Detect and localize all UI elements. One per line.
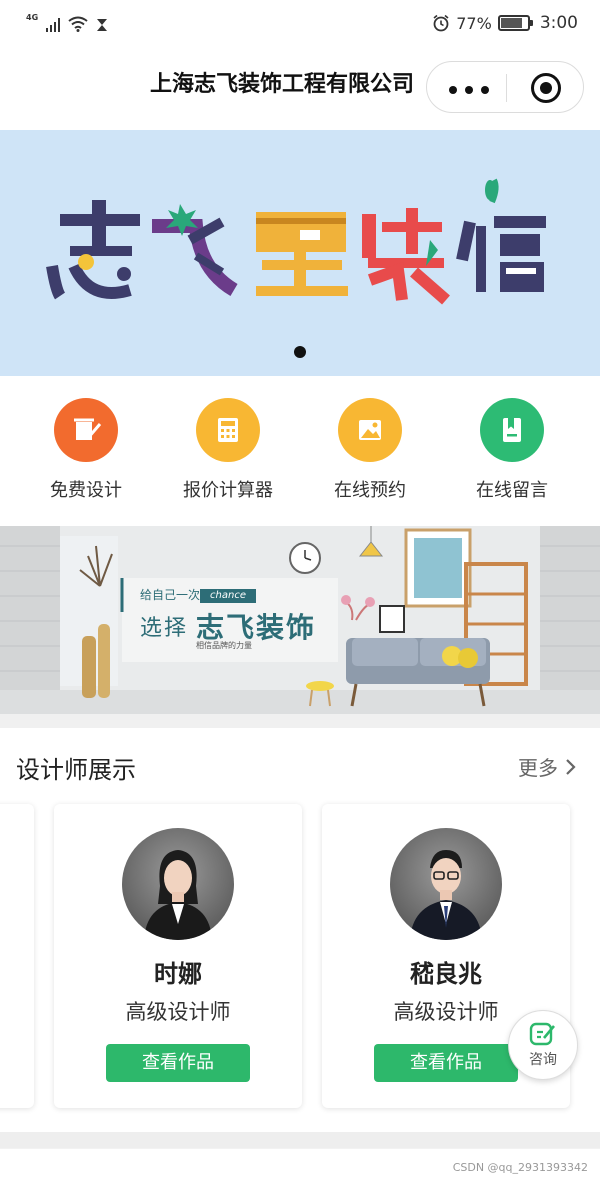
view-works-button[interactable]: 查看作品: [374, 1044, 518, 1082]
promo-tagline: 给自己一次: [140, 588, 201, 602]
logo-char-zhuang: [362, 208, 450, 305]
hourglass-icon: [97, 19, 108, 31]
bottom-divider: [0, 1132, 600, 1148]
designer-name: 时娜: [154, 960, 202, 988]
battery-level-fill: [500, 18, 523, 28]
quick-nav-label: 在线预约: [334, 480, 406, 501]
designer-name: 嵇良兆: [410, 960, 482, 988]
network-type: 4G: [26, 13, 39, 22]
more-dots-icon[interactable]: [449, 76, 491, 100]
bottom-area: CSDN @qq_2931393342: [0, 1148, 600, 1180]
section-divider: [0, 714, 600, 728]
target-close-icon[interactable]: [531, 73, 561, 103]
pen-paper-icon: [54, 398, 118, 462]
promo-banner[interactable]: 给自己一次 chance 选择 志飞装饰 相信品牌的力量: [0, 526, 600, 714]
promo-headline-prefix: 选择: [140, 616, 189, 641]
status-bar: 4G 77% 3:00: [0, 0, 600, 46]
miniprogram-capsule: [426, 61, 584, 113]
promo-subline: 相信品牌的力量: [196, 641, 252, 650]
calculator-icon: [196, 398, 260, 462]
page-title: 上海志飞装饰工程有限公司: [150, 72, 415, 97]
designer-role: 高级设计师: [125, 1000, 231, 1024]
banner-logo-artwork: [46, 178, 546, 305]
more-label: 更多: [518, 756, 558, 780]
view-works-button[interactable]: 查看作品: [106, 1044, 250, 1082]
section-title: 设计师展示: [16, 756, 136, 784]
logo-char-fei: [152, 204, 238, 297]
logo-char-zhi: [46, 200, 140, 300]
promo-tag: chance: [200, 589, 256, 603]
logo-char-zheng: [256, 212, 348, 296]
avatar: [390, 828, 502, 940]
bookmark-icon: [480, 398, 544, 462]
more-link[interactable]: 更多: [518, 752, 576, 781]
picture-icon: [338, 398, 402, 462]
quick-nav-calculator[interactable]: 报价计算器: [158, 398, 298, 502]
quick-nav: 免费设计 报价计算器 在线预约 在线留言: [0, 376, 600, 524]
quick-nav-free-design[interactable]: 免费设计: [16, 398, 156, 502]
consult-label: 咨询: [529, 1052, 557, 1068]
chevron-right-icon: [566, 758, 576, 775]
designer-card[interactable]: 时娜 高级设计师 查看作品: [54, 804, 302, 1108]
status-left: 4G: [26, 12, 108, 32]
carousel-indicator-dot[interactable]: [294, 346, 306, 358]
quick-nav-label: 免费设计: [50, 480, 122, 501]
logo-char-guan: [456, 178, 546, 292]
battery-percent: 77%: [456, 13, 492, 33]
quick-nav-label: 在线留言: [476, 480, 548, 501]
capsule-divider: [506, 74, 507, 102]
banner-carousel[interactable]: [0, 130, 600, 376]
wifi-icon: [68, 16, 88, 32]
watermark: CSDN @qq_2931393342: [452, 1161, 588, 1174]
battery-icon: [497, 15, 533, 31]
designer-card-partial[interactable]: [0, 804, 34, 1108]
title-bar: 上海志飞装饰工程有限公司: [0, 46, 600, 130]
clock: 3:00: [539, 13, 578, 33]
quick-nav-label: 报价计算器: [183, 480, 273, 501]
status-right: 77% 3:00: [432, 12, 578, 34]
alarm-icon: [433, 14, 449, 32]
avatar: [122, 828, 234, 940]
quick-nav-booking[interactable]: 在线预约: [300, 398, 440, 502]
edit-chat-icon: [529, 1022, 555, 1046]
quick-nav-message[interactable]: 在线留言: [442, 398, 582, 502]
consult-float-button[interactable]: 咨询: [508, 1010, 578, 1080]
designer-section: 设计师展示 更多 时娜 高级设计师 查看作品 嵇良兆 高级设计师 查看作品: [0, 728, 600, 1132]
signal-icon: [46, 18, 61, 32]
